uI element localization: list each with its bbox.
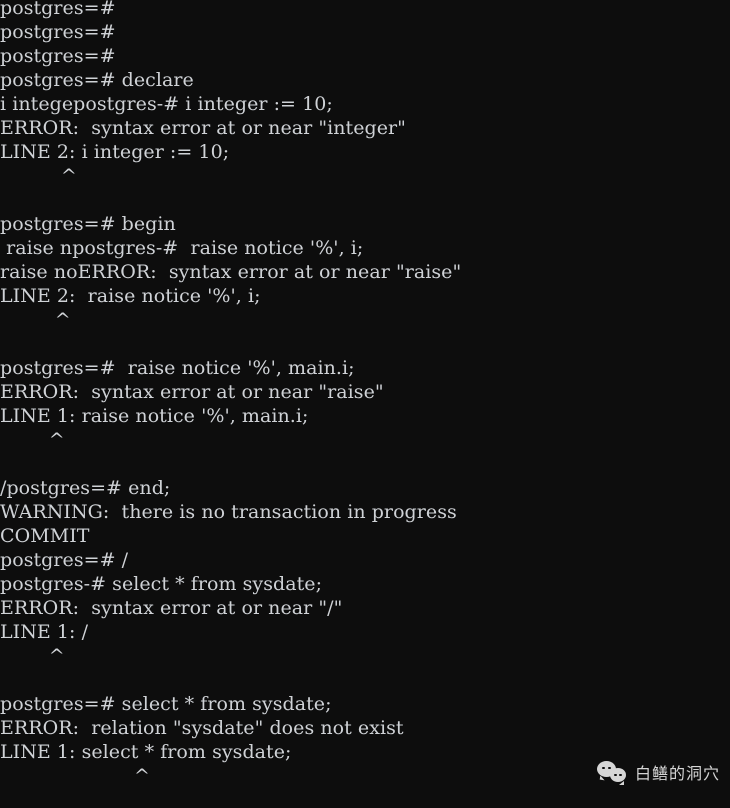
wechat-logo-icon [596,761,627,785]
terminal-line: postgres-# select * from sysdate; [0,573,323,595]
terminal-line: ERROR: syntax error at or near "integer" [0,117,406,139]
terminal-line: ^ [0,165,77,187]
terminal-line: postgres=# select * from sysdate; [0,693,332,715]
terminal-line: ERROR: syntax error at or near "/" [0,597,343,619]
terminal-line: postgres=# [0,45,116,67]
terminal-line: ^ [0,309,71,331]
terminal-line: postgres=# begin [0,213,176,235]
terminal-line: ERROR: syntax error at or near "raise" [0,381,384,403]
terminal-line: LINE 2: raise notice '%', i; [0,285,261,307]
terminal-screen[interactable]: postgres=# postgres=# postgres=# postgres=#… [0,0,730,808]
watermark: 白鳝的洞穴 [596,760,720,785]
terminal-line: ^ [0,429,65,451]
terminal-line: LINE 2: i integer := 10; [0,141,230,163]
watermark-label: 白鳝的洞穴 [634,764,720,783]
terminal-line: postgres=# [0,21,116,43]
terminal-line: WARNING: there is no transaction in prog… [0,501,457,523]
terminal-line: /postgres=# end; [0,477,171,499]
terminal-line: raise noERROR: syntax error at or near "… [0,261,462,283]
terminal-window[interactable]: postgres=# postgres=# postgres=# postgres=#… [0,0,730,808]
terminal-line: postgres=# [0,0,116,19]
terminal-line: postgres=# / [0,549,129,571]
terminal-line: ^ [0,645,65,667]
terminal-line: LINE 1: raise notice '%', main.i; [0,405,309,427]
terminal-line: postgres=# declare [0,69,194,91]
terminal-line: LINE 1: / [0,621,89,643]
terminal-line: ERROR: relation "sysdate" does not exist [0,717,404,739]
terminal-line: i integepostgres-# i integer := 10; [0,93,333,115]
terminal-line: postgres=# raise notice '%', main.i; [0,357,355,379]
terminal-line: COMMIT [0,525,90,547]
terminal-line: raise npostgres-# raise notice '%', i; [0,237,364,259]
